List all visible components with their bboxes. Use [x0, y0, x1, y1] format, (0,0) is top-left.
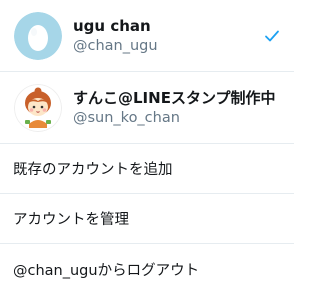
account-info: すんこ@LINEスタンプ制作中 @sun_ko_chan: [73, 88, 276, 128]
checkmark-icon: [265, 30, 279, 42]
egg-avatar-icon: [14, 11, 62, 60]
account-row-current[interactable]: ugu chan @chan_ugu: [0, 0, 294, 72]
account-display-name: すんこ@LINEスタンプ制作中: [73, 88, 276, 107]
account-switcher-menu: ugu chan @chan_ugu すんこ@LINEスタンプ制作中 @sun_…: [0, 0, 294, 304]
manage-accounts-button[interactable]: アカウントを管理: [0, 194, 294, 244]
account-handle: @sun_ko_chan: [73, 109, 180, 126]
character-avatar-icon: [14, 83, 62, 132]
account-handle: @chan_ugu: [73, 37, 158, 54]
account-display-name: ugu chan: [73, 16, 151, 35]
account-info: ugu chan @chan_ugu: [73, 16, 158, 56]
add-existing-account-button[interactable]: 既存のアカウントを追加: [0, 144, 294, 194]
logout-button[interactable]: @chan_uguからログアウト: [0, 244, 294, 294]
account-row-switch[interactable]: すんこ@LINEスタンプ制作中 @sun_ko_chan: [0, 72, 294, 144]
